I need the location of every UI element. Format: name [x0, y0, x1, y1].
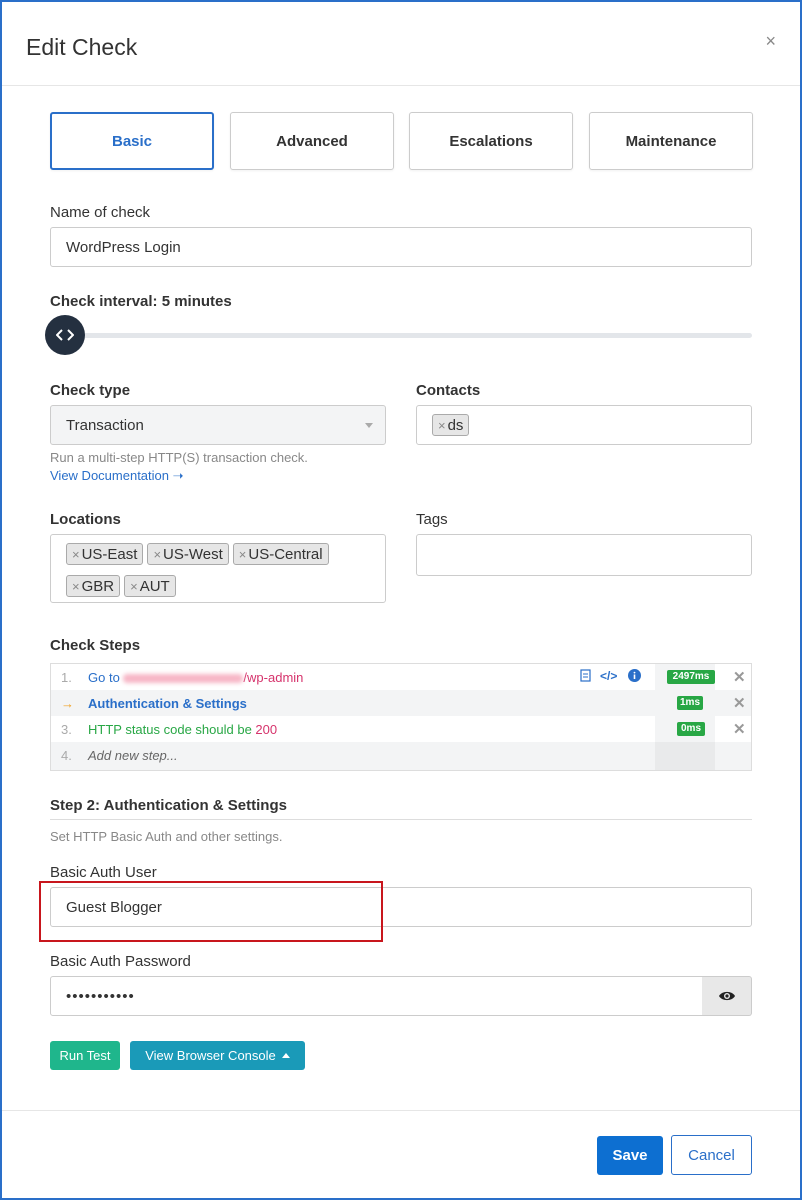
- step-text: HTTP status code should be 200: [88, 722, 278, 737]
- code-icon[interactable]: </>: [600, 669, 617, 683]
- remove-icon[interactable]: ×: [153, 547, 161, 562]
- location-chip: × US-West: [147, 543, 229, 565]
- basic-auth-user-label: Basic Auth User: [50, 864, 157, 881]
- delete-step-icon[interactable]: ✕: [733, 720, 746, 738]
- save-button[interactable]: Save: [597, 1136, 663, 1175]
- redacted-domain: [123, 674, 244, 684]
- tags-input[interactable]: [416, 534, 752, 576]
- step-time-badge: 1ms: [677, 696, 703, 710]
- tags-label: Tags: [416, 511, 448, 528]
- cancel-button[interactable]: Cancel: [671, 1135, 752, 1175]
- step-time-badge: 0ms: [677, 722, 705, 736]
- view-browser-console-button[interactable]: View Browser Console: [130, 1041, 305, 1070]
- close-icon[interactable]: ×: [765, 32, 776, 50]
- run-test-button[interactable]: Run Test: [50, 1041, 120, 1070]
- step-number: 1.: [61, 670, 72, 685]
- contacts-label: Contacts: [416, 382, 481, 399]
- check-type-label: Check type: [50, 382, 131, 399]
- location-chip: × US-Central: [232, 543, 329, 565]
- tab-maintenance[interactable]: Maintenance: [589, 112, 753, 170]
- view-documentation-link[interactable]: View Documentation ➝: [50, 468, 184, 484]
- chevron-down-icon: [365, 423, 373, 428]
- name-label: Name of check: [50, 204, 151, 221]
- check-type-value: Transaction: [66, 416, 144, 434]
- basic-auth-password-input[interactable]: •••••••••••: [50, 976, 703, 1016]
- footer-divider: [2, 1110, 800, 1111]
- contact-chip: × ds: [432, 414, 470, 436]
- check-type-select[interactable]: Transaction: [50, 405, 386, 445]
- remove-icon[interactable]: ×: [72, 547, 80, 562]
- dialog-header: Edit Check ×: [2, 2, 800, 86]
- info-icon[interactable]: [628, 669, 641, 685]
- step-detail-title: Step 2: Authentication & Settings: [50, 797, 287, 814]
- locations-label: Locations: [50, 511, 121, 528]
- step-text: Go to /wp-admin: [88, 670, 304, 685]
- step-number: 4.: [61, 748, 72, 763]
- dialog-title: Edit Check: [26, 34, 138, 60]
- step-row[interactable]: 1. Go to /wp-admin </> 2497ms ✕: [51, 664, 751, 690]
- divider: [50, 819, 752, 820]
- check-type-hint: Run a multi-step HTTP(S) transaction che…: [50, 450, 308, 465]
- code-arrows-icon: [56, 329, 74, 341]
- contacts-input[interactable]: × ds: [416, 405, 752, 445]
- name-input[interactable]: WordPress Login: [50, 227, 752, 267]
- delete-step-icon[interactable]: ✕: [733, 668, 746, 686]
- remove-icon[interactable]: ×: [130, 579, 138, 594]
- tab-basic[interactable]: Basic: [50, 112, 214, 170]
- add-step-row[interactable]: 4. Add new step...: [51, 742, 751, 770]
- caret-up-icon: [281, 1053, 290, 1058]
- step-detail-description: Set HTTP Basic Auth and other settings.: [50, 829, 283, 844]
- step-number: 3.: [61, 722, 72, 737]
- toggle-password-button[interactable]: [702, 976, 752, 1016]
- delete-step-icon[interactable]: ✕: [733, 694, 746, 712]
- step-time-badge: 2497ms: [667, 670, 715, 684]
- basic-auth-password-label: Basic Auth Password: [50, 953, 191, 970]
- file-code-icon[interactable]: [580, 669, 591, 685]
- interval-slider-track[interactable]: [50, 333, 752, 338]
- add-step-placeholder: Add new step...: [88, 748, 178, 763]
- locations-input[interactable]: × US-East × US-West × US-Central × GBR × AUT: [50, 534, 386, 603]
- interval-label: Check interval: 5 minutes: [50, 293, 232, 310]
- location-chip: × GBR: [66, 575, 121, 597]
- check-steps-table: 1. Go to /wp-admin </> 2497ms ✕ → Authen…: [50, 663, 752, 771]
- tab-advanced[interactable]: Advanced: [230, 112, 394, 170]
- highlight-annotation-box: [39, 881, 383, 942]
- step-text: Authentication & Settings: [88, 696, 247, 711]
- current-step-arrow-icon: →: [61, 696, 74, 711]
- eye-icon: [718, 991, 735, 1001]
- tab-escalations[interactable]: Escalations: [409, 112, 573, 170]
- location-chip: × AUT: [124, 575, 176, 597]
- remove-icon[interactable]: ×: [239, 547, 247, 562]
- remove-icon[interactable]: ×: [438, 418, 446, 433]
- interval-slider-handle[interactable]: [45, 315, 85, 355]
- check-steps-label: Check Steps: [50, 637, 141, 654]
- step-row[interactable]: 3. HTTP status code should be 200 0ms ✕: [51, 716, 751, 742]
- step-row[interactable]: → Authentication & Settings 1ms ✕: [51, 690, 751, 716]
- location-chip: × US-East: [66, 543, 144, 565]
- remove-icon[interactable]: ×: [72, 579, 80, 594]
